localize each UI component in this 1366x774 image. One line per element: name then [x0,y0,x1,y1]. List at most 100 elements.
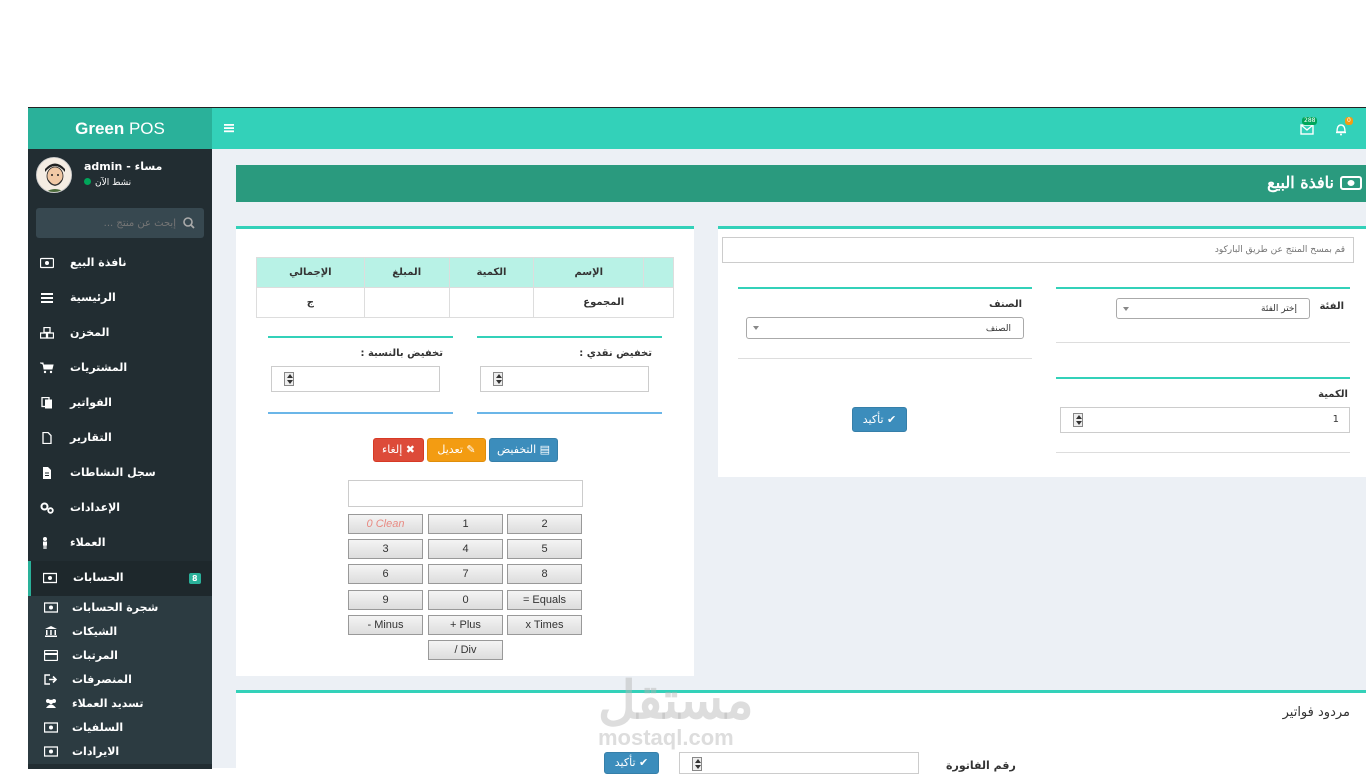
chevron-down-icon [753,326,759,330]
calc-key-2[interactable]: 2 [507,514,582,534]
sidebar-item-reports[interactable]: التقارير [28,421,212,456]
cart-table: الإسم الكمية المبلغ الإجمالي المجموع ج [256,257,674,318]
money-icon [43,572,57,584]
cart-header-row: الإسم الكمية المبلغ الإجمالي [256,257,674,288]
logo[interactable]: Green POS [28,108,212,149]
spinner-icon[interactable] [284,372,294,386]
calc-key-equals[interactable]: = Equals [507,590,582,610]
online-dot-icon [84,178,91,185]
sidebar-search [36,208,204,238]
sidebar-item-stock[interactable]: المخزن [28,316,212,351]
sidebar-item-home[interactable]: الرئيسية [28,281,212,316]
sidebar-item-accounts[interactable]: الحسابات 8 [28,561,212,596]
category-select[interactable]: إختر الفئة [1116,298,1310,319]
item-label: الصنف [988,299,1022,310]
cart-col-name: الإسم [533,257,645,288]
notification-count-badge: 0 [1345,117,1353,125]
quantity-stepper[interactable]: 1 [1060,407,1350,433]
calc-key-1[interactable]: 1 [428,514,503,534]
cash-discount-label: تخفيض نقدي : [579,348,652,359]
invoice-number-input[interactable] [679,752,919,774]
cart-total-row: المجموع ج [256,287,674,318]
sidebar-subitem-salaries[interactable]: المرتبات [28,644,212,668]
sidebar-item-customers[interactable]: العملاء [28,526,212,561]
sidebar-item-settings[interactable]: الإعدادات [28,491,212,526]
cash-icon [1340,176,1362,190]
user-icon [43,537,47,549]
cash-discount-input[interactable] [480,366,649,392]
sidebar-subitem-chart-of-accounts[interactable]: شجرة الحسابات [28,596,212,620]
page-title: نافذة البيع [1267,173,1334,192]
cart-col-amount: المبلغ [363,257,450,288]
returns-title: مردود فواتير [1282,705,1350,720]
search-icon[interactable] [182,216,196,230]
file-icon: ▤ [539,443,551,456]
calc-key-9[interactable]: 9 [348,590,423,610]
calc-key-7[interactable]: 7 [428,564,503,584]
sidebar-subitem-advances[interactable]: السلفيات [28,716,212,740]
barcode-input[interactable] [722,237,1354,263]
cash-discount-box: تخفيض نقدي : [477,336,662,414]
calc-key-divide[interactable]: / Div [428,640,503,660]
item-select[interactable]: الصنف [746,317,1024,339]
product-entry-panel: الفئة إختر الفئة الصنف الصنف الكمية 1 تأ… [718,226,1366,477]
hamburger-menu-icon[interactable] [224,122,236,134]
apply-discount-button[interactable]: التخفيض ▤ [489,438,558,462]
category-label: الفئة [1319,301,1344,312]
calc-key-times[interactable]: x Times [507,615,582,635]
calc-key-8[interactable]: 8 [507,564,582,584]
spinner-icon[interactable] [493,372,503,386]
sidebar-subitem-customer-payments[interactable]: تسديد العملاء [28,692,212,716]
calc-key-0[interactable]: 0 [428,590,503,610]
calculator-display[interactable] [348,480,583,507]
sidebar-item-sales-window[interactable]: نافذة البيع [28,246,212,281]
credit-card-icon [44,650,58,661]
cart-icon [40,362,54,374]
calc-key-clean[interactable]: 0 Clean [348,514,423,534]
spinner-icon[interactable] [692,757,702,771]
cash-icon [40,257,54,269]
money-icon [44,722,58,733]
item-box: الصنف الصنف [738,287,1032,359]
money-icon [44,602,58,613]
accounts-submenu: شجرة الحسابات الشيكات المرتبات المنصرفات… [28,596,212,764]
page-header: نافذة البيع [236,165,1366,202]
check-icon: ✔ [887,413,897,426]
search-input[interactable] [36,208,176,238]
add-to-cart-button[interactable]: تأكيد ✔ [852,407,907,432]
spinner-icon[interactable] [1073,413,1083,427]
sidebar-subitem-checks[interactable]: الشيكات [28,620,212,644]
edit-button[interactable]: تعديل ✎ [427,438,486,462]
cart-total-empty-cell [363,287,450,318]
sidebar-item-activity-log[interactable]: سجل النشاطات [28,456,212,491]
calc-key-minus[interactable]: - Minus [348,615,423,635]
cart-col-total: الإجمالي [256,257,365,288]
invoice-returns-panel: مردود فواتير رقم الفاتورة تأكيد ✔ [236,690,1366,774]
calc-key-3[interactable]: 3 [348,539,423,559]
sidebar-item-purchases[interactable]: المشتريات [28,351,212,386]
accounts-count-badge: 8 [189,573,201,584]
calc-key-5[interactable]: 5 [507,539,582,559]
bank-icon [45,626,57,637]
quantity-label: الكمية [1318,389,1348,400]
sidebar-subitem-expenses[interactable]: المنصرفات [28,668,212,692]
category-box: الفئة إختر الفئة [1056,287,1350,343]
sidebar-item-invoices[interactable]: الفواتير [28,386,212,421]
edit-icon: ✎ [466,443,476,456]
check-icon: ✔ [639,756,649,769]
sidebar-subitem-revenues[interactable]: الايرادات [28,740,212,764]
sidebar: Green POS admin - مساء نشط الآن إبحث عن … [28,108,212,769]
cart-total-empty-cell [448,287,535,318]
return-confirm-button[interactable]: تأكيد ✔ [604,752,659,774]
cancel-button[interactable]: إلغاء ✖ [373,438,424,462]
percent-discount-box: تخفيض بالنسبة : [268,336,453,414]
calc-key-6[interactable]: 6 [348,564,423,584]
user-panel: admin - مساء نشط الآن [28,149,212,205]
calc-key-4[interactable]: 4 [428,539,503,559]
percent-discount-input[interactable] [271,366,440,392]
close-icon: ✖ [405,443,415,456]
sidebar-menu: نافذة البيع الرئيسية المخزن المشتريات ال… [28,246,212,764]
cogs-icon [40,502,54,514]
calc-key-plus[interactable]: + Plus [428,615,503,635]
cubes-icon [40,327,54,339]
